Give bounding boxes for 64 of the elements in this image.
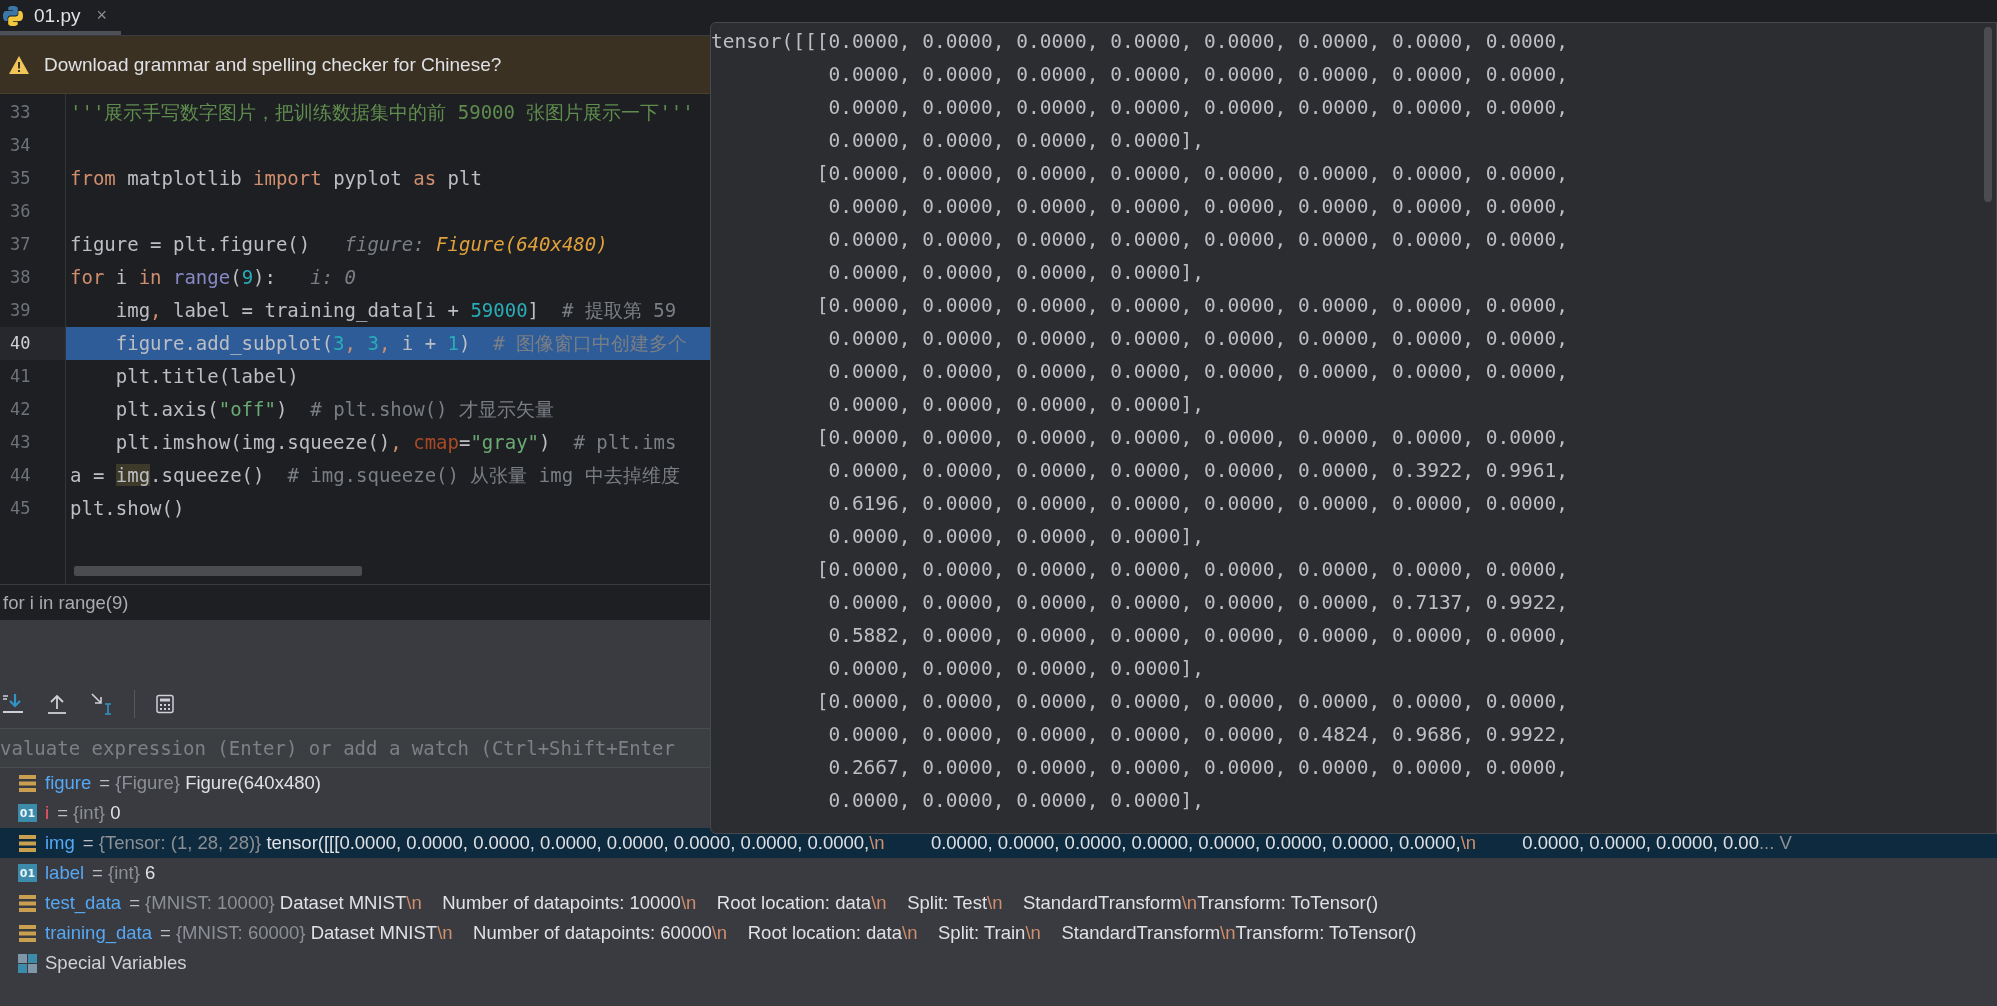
value-line: 0.5882, 0.0000, 0.0000, 0.0000, 0.0000, 0.0000, 0.0000, 0.0000, (827, 623, 1570, 649)
banner-text: Download grammar and spelling checker for Chinese? (44, 53, 502, 76)
line-number: 34 (9, 134, 32, 157)
variable-name: label (45, 862, 85, 884)
value-line: [0.0000, 0.0000, 0.0000, 0.0000, 0.0000, 0.0000, 0.0000, 0.0000, (815, 161, 1570, 187)
line-number: 39 (9, 299, 32, 322)
line-number: 45 (9, 497, 32, 520)
code-line: '''展示手写数字图片，把训练数据集中的前 59000 张图片展示一下''' (70, 100, 694, 125)
line-number: 35 (9, 167, 32, 190)
code-line: img, label = training_data[i + 59000] # 提取第 59 (114, 298, 677, 324)
code-line: figure = plt.figure() figure: Figure(640x480) (70, 232, 608, 257)
value-line: 0.6196, 0.0000, 0.0000, 0.0000, 0.0000, 0.0000, 0.0000, 0.0000, (827, 491, 1570, 517)
value-line: 0.0000, 0.0000, 0.0000, 0.0000, 0.0000, 0.0000, 0.0000, 0.0000, (827, 62, 1570, 88)
variable-value: = {int} 0 (57, 802, 121, 824)
variable-value: = {Tensor: (1, 28, 28)} tensor([[[0.0000, 0.0000, 0.0000, 0.0000, 0.0000, 0.0000, 0.0000, 0.0000,\n 0.0000, 0.0000, 0.0000, 0.0000, 0.0000, 0.0000, 0.0000, 0.0000,\n 0.0000, 0.0000, 0.0000, 0.00... V (82, 832, 1792, 854)
code-line: plt.imshow(img.squeeze(), cmap="gray") # plt.ims (114, 430, 677, 455)
line-number: 40 (0, 327, 65, 360)
value-line: 0.0000, 0.0000, 0.0000, 0.0000, 0.0000, 0.0000, 0.0000, 0.0000, (827, 194, 1570, 220)
value-line: 0.0000, 0.0000, 0.0000, 0.0000, 0.0000, 0.4824, 0.9686, 0.9922, (827, 722, 1570, 748)
value-line: 0.0000, 0.0000, 0.0000, 0.0000, 0.0000, 0.0000, 0.7137, 0.9922, (827, 590, 1570, 616)
variable-value: = {MNIST: 10000} Dataset MNIST\n Number of datapoints: 10000\n Root location: data\n Split: Test\n StandardTransform\nTransform: ToTensor() (129, 892, 1379, 914)
code-line: plt.title(label) (114, 364, 299, 389)
line-number: 42 (9, 398, 32, 421)
line-number: 36 (9, 200, 32, 223)
value-line: 0.0000, 0.0000, 0.0000, 0.0000], (827, 128, 1206, 154)
value-line: 0.0000, 0.0000, 0.0000, 0.0000], (827, 260, 1206, 286)
changed-variable-name: i (45, 802, 50, 824)
value-line: [0.0000, 0.0000, 0.0000, 0.0000, 0.0000, 0.0000, 0.0000, 0.0000, (815, 293, 1570, 319)
variable-name: figure (45, 772, 92, 794)
value-line: 0.0000, 0.0000, 0.0000, 0.0000, 0.0000, 0.0000, 0.0000, 0.0000, (827, 359, 1570, 385)
code-line: a = img.squeeze() # img.squeeze() 从张量 img 中去掉维度 (70, 463, 680, 488)
code-line: from matplotlib import pyplot as plt (70, 166, 482, 191)
value-line: [0.0000, 0.0000, 0.0000, 0.0000, 0.0000, 0.0000, 0.0000, 0.0000, (815, 689, 1570, 715)
variable-name: test_data (45, 892, 122, 914)
code-line: plt.show() (70, 496, 185, 521)
value-line: [0.0000, 0.0000, 0.0000, 0.0000, 0.0000, 0.0000, 0.0000, 0.0000, (815, 557, 1570, 583)
value-line: [0.0000, 0.0000, 0.0000, 0.0000, 0.0000, 0.0000, 0.0000, 0.0000, (815, 425, 1570, 451)
line-number: 37 (9, 233, 32, 256)
int-badge: 01 (18, 804, 37, 822)
value-line: 0.0000, 0.0000, 0.0000, 0.0000, 0.0000, 0.0000, 0.0000, 0.0000, (827, 95, 1570, 121)
line-number: 33 (9, 101, 32, 124)
code-line: for i in range(9): i: 0 (70, 265, 357, 290)
value-line: tensor([[[0.0000, 0.0000, 0.0000, 0.0000, 0.0000, 0.0000, 0.0000, 0.0000, (711, 29, 1570, 55)
code-line: figure.add_subplot(3, 3, i + 1) # 图像窗口中创建多个 (114, 331, 688, 357)
value-line: 0.0000, 0.0000, 0.0000, 0.0000], (827, 524, 1206, 550)
value-line: 0.0000, 0.0000, 0.0000, 0.0000], (827, 656, 1206, 682)
line-number: 38 (9, 266, 32, 289)
value-line: 0.0000, 0.0000, 0.0000, 0.0000, 0.0000, 0.0000, 0.0000, 0.0000, (827, 227, 1570, 253)
value-line: 0.0000, 0.0000, 0.0000, 0.0000, 0.0000, 0.0000, 0.0000, 0.0000, (827, 326, 1570, 352)
int-badge: 01 (18, 864, 37, 882)
variable-name: training_data (45, 922, 152, 944)
variable-name: img (45, 832, 75, 854)
line-number: 41 (9, 365, 32, 388)
variable-value: = {int} 6 (92, 862, 156, 884)
value-line: 0.0000, 0.0000, 0.0000, 0.0000, 0.0000, 0.0000, 0.3922, 0.9961, (827, 458, 1570, 484)
code-line: plt.axis("off") # plt.show() 才显示矢量 (114, 397, 554, 422)
value-line: 0.0000, 0.0000, 0.0000, 0.0000], (827, 392, 1206, 418)
variable-value: = {MNIST: 60000} Dataset MNIST\n Number of datapoints: 60000\n Root location: data\n Split: Train\n StandardTransform\nTransform: ToTensor() (160, 922, 1417, 944)
value-line: 0.2667, 0.0000, 0.0000, 0.0000, 0.0000, 0.0000, 0.0000, 0.0000, (827, 755, 1570, 781)
variable-group: Special Variables (45, 952, 187, 974)
value-line: 0.0000, 0.0000, 0.0000, 0.0000], (827, 788, 1206, 814)
variable-value: = {Figure} Figure(640x480) (99, 772, 321, 794)
line-number: 44 (9, 464, 32, 487)
line-number: 43 (9, 431, 32, 454)
